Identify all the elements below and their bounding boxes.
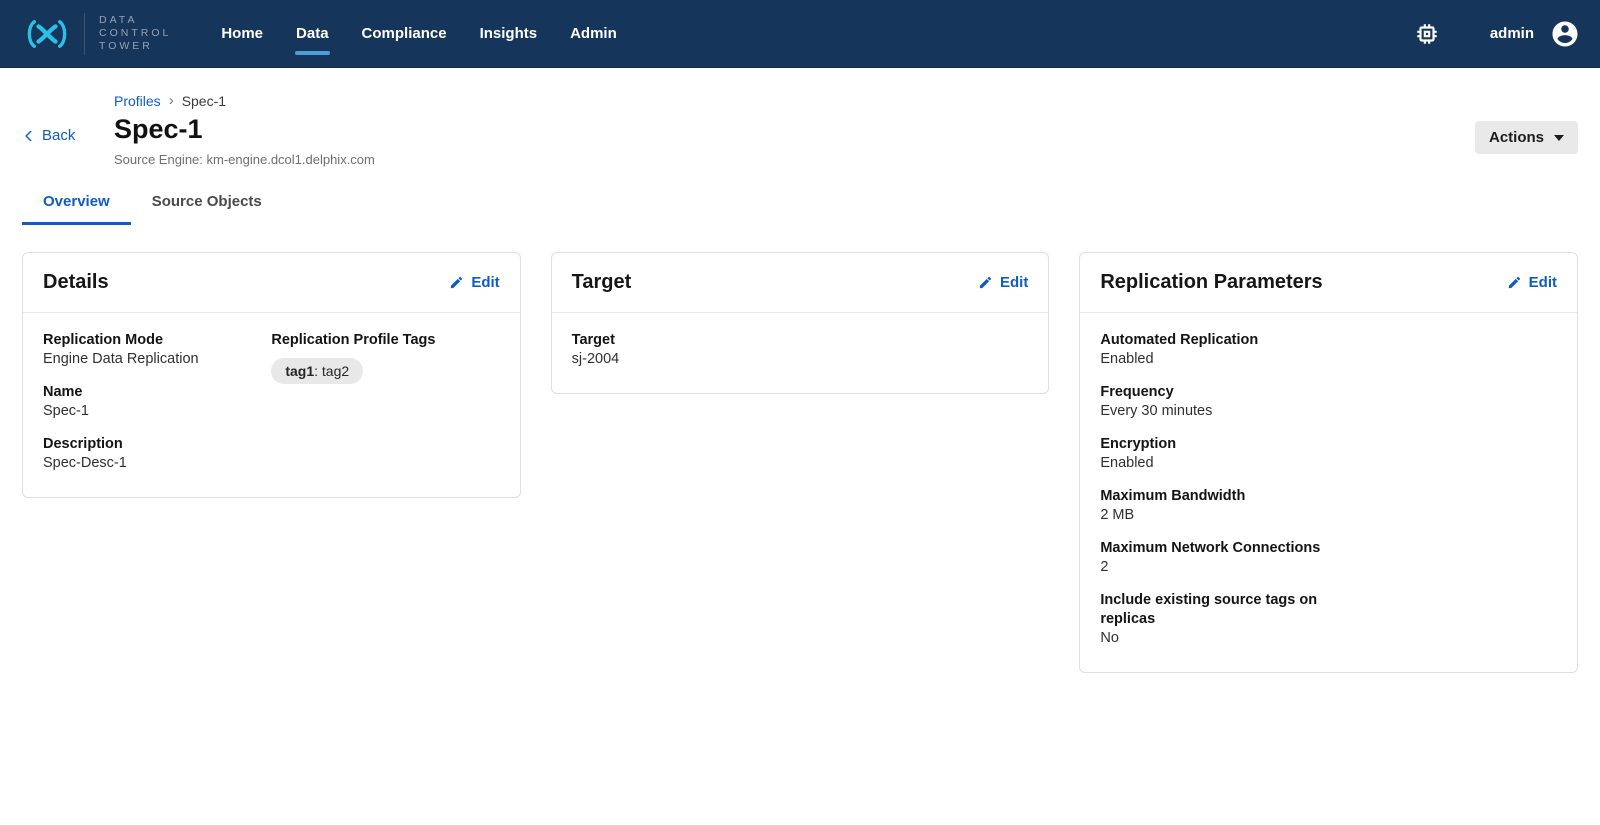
replication-parameters-column: Automated Replication Enabled Frequency … [1100, 331, 1557, 648]
actions-button[interactable]: Actions [1475, 121, 1578, 154]
field-maximum-bandwidth: Maximum Bandwidth 2 MB [1100, 487, 1328, 525]
field-label: Maximum Bandwidth [1100, 487, 1328, 506]
tag-chip: tag1: tag2 [271, 358, 363, 384]
top-navbar: DATA CONTROL TOWER Home Data Compliance … [0, 0, 1600, 68]
details-left-column: Replication Mode Engine Data Replication… [43, 331, 271, 473]
replication-parameters-edit-button[interactable]: Edit [1507, 274, 1557, 291]
field-value: Spec-1 [43, 402, 271, 421]
target-edit-button[interactable]: Edit [978, 274, 1028, 291]
wordmark-line: CONTROL [99, 27, 171, 40]
card-details: Details Edit Replication Mode Engine Dat… [22, 252, 521, 498]
field-value: 2 MB [1100, 506, 1328, 525]
card-target-title: Target [572, 271, 632, 294]
username-label[interactable]: admin [1490, 25, 1534, 42]
field-value: Every 30 minutes [1100, 402, 1328, 421]
card-target: Target Edit Target sj-2004 [551, 252, 1050, 394]
field-include-existing-source-tags: Include existing source tags on replicas… [1100, 591, 1328, 648]
edit-label: Edit [1000, 274, 1028, 291]
brand-logo[interactable]: DATA CONTROL TOWER [20, 13, 171, 55]
actions-label: Actions [1489, 129, 1544, 146]
field-automated-replication: Automated Replication Enabled [1100, 331, 1328, 369]
page-title: Spec-1 [114, 114, 1578, 145]
brand-wordmark: DATA CONTROL TOWER [99, 14, 171, 53]
page-header: Back Profiles › Spec-1 Spec-1 Source Eng… [0, 68, 1600, 167]
field-label: Target [572, 331, 1029, 350]
field-value: Enabled [1100, 454, 1328, 473]
main-nav: Home Data Compliance Insights Admin [221, 19, 616, 48]
wordmark-line: TOWER [99, 40, 171, 53]
field-replication-profile-tags: Replication Profile Tags tag1: tag2 [271, 331, 499, 384]
field-frequency: Frequency Every 30 minutes [1100, 383, 1328, 421]
field-label: Replication Mode [43, 331, 271, 350]
wordmark-line: DATA [99, 14, 171, 27]
delphix-logo-icon [20, 18, 74, 50]
field-value: sj-2004 [572, 350, 1029, 369]
chevron-left-icon [22, 129, 36, 143]
tab-source-objects[interactable]: Source Objects [131, 183, 283, 225]
navbar-right: admin [1414, 19, 1580, 49]
card-details-header: Details Edit [23, 253, 520, 313]
tag-key: tag1 [285, 363, 314, 379]
field-label: Description [43, 435, 271, 454]
nav-item-home[interactable]: Home [221, 19, 263, 48]
field-label: Replication Profile Tags [271, 331, 499, 350]
edit-label: Edit [471, 274, 499, 291]
field-encryption: Encryption Enabled [1100, 435, 1328, 473]
logo-divider [84, 13, 85, 55]
field-label: Include existing source tags on replicas [1100, 591, 1328, 629]
nav-item-insights[interactable]: Insights [480, 19, 538, 48]
field-value: 2 [1100, 558, 1328, 577]
field-value: No [1100, 629, 1328, 648]
field-label: Encryption [1100, 435, 1328, 454]
back-label: Back [42, 127, 75, 144]
nav-item-compliance[interactable]: Compliance [362, 19, 447, 48]
pencil-icon [1507, 275, 1522, 290]
header-main: Profiles › Spec-1 Spec-1 Source Engine: … [114, 92, 1578, 167]
target-column: Target sj-2004 [572, 331, 1029, 369]
pencil-icon [978, 275, 993, 290]
field-value: Engine Data Replication [43, 350, 271, 369]
details-edit-button[interactable]: Edit [449, 274, 499, 291]
card-replication-parameters-title: Replication Parameters [1100, 271, 1322, 294]
source-engine-label: Source Engine: km-engine.dcol1.delphix.c… [114, 152, 1578, 167]
field-description: Description Spec-Desc-1 [43, 435, 271, 473]
card-replication-parameters: Replication Parameters Edit Automated Re… [1079, 252, 1578, 673]
caret-down-icon [1554, 135, 1564, 141]
card-target-body: Target sj-2004 [552, 313, 1049, 393]
breadcrumb-profiles-link[interactable]: Profiles [114, 93, 161, 109]
breadcrumb-current: Spec-1 [182, 93, 226, 109]
field-value: Spec-Desc-1 [43, 454, 271, 473]
field-maximum-network-connections: Maximum Network Connections 2 [1100, 539, 1328, 577]
api-chip-icon[interactable] [1414, 21, 1440, 47]
field-target: Target sj-2004 [572, 331, 1029, 369]
tag-value: : tag2 [314, 363, 349, 379]
pencil-icon [449, 275, 464, 290]
breadcrumb: Profiles › Spec-1 [114, 92, 1578, 109]
nav-item-admin[interactable]: Admin [570, 19, 617, 48]
field-label: Name [43, 383, 271, 402]
nav-item-data[interactable]: Data [296, 19, 329, 48]
card-replication-parameters-header: Replication Parameters Edit [1080, 253, 1577, 313]
tab-overview[interactable]: Overview [22, 183, 131, 225]
details-right-column: Replication Profile Tags tag1: tag2 [271, 331, 499, 473]
tab-bar: Overview Source Objects [22, 183, 1600, 225]
card-details-title: Details [43, 271, 109, 294]
breadcrumb-separator: › [169, 92, 174, 109]
field-label: Maximum Network Connections [1100, 539, 1328, 558]
edit-label: Edit [1529, 274, 1557, 291]
account-avatar-icon[interactable] [1550, 19, 1580, 49]
field-name: Name Spec-1 [43, 383, 271, 421]
field-value: Enabled [1100, 350, 1328, 369]
back-button[interactable]: Back [22, 127, 75, 144]
card-details-body: Replication Mode Engine Data Replication… [23, 313, 520, 497]
field-label: Frequency [1100, 383, 1328, 402]
field-label: Automated Replication [1100, 331, 1328, 350]
card-target-header: Target Edit [552, 253, 1049, 313]
overview-cards: Details Edit Replication Mode Engine Dat… [0, 225, 1600, 673]
card-replication-parameters-body: Automated Replication Enabled Frequency … [1080, 313, 1577, 672]
field-replication-mode: Replication Mode Engine Data Replication [43, 331, 271, 369]
